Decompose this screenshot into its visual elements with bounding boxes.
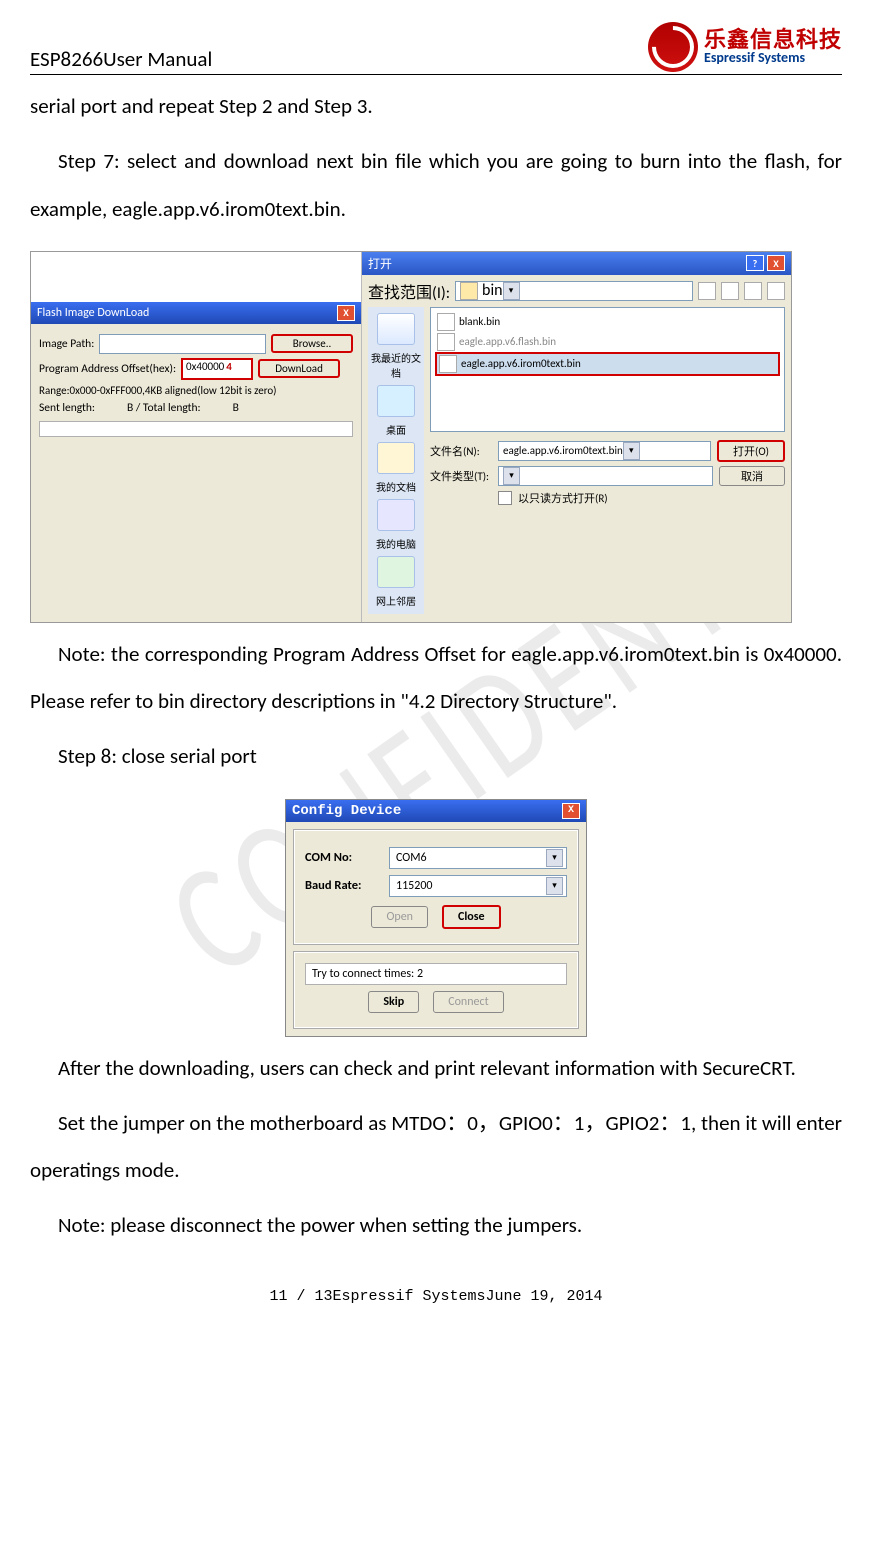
new-folder-icon[interactable]: [744, 282, 762, 300]
file-open-dialog: 打开 ? X 查找范围(I): bin ▾: [361, 252, 791, 622]
readonly-checkbox[interactable]: [498, 491, 512, 505]
connect-status: Try to connect times: 2: [305, 963, 567, 985]
paragraph-power-note: Note: please disconnect the power when s…: [30, 1202, 842, 1249]
logo-text-cn: 乐鑫信息科技: [704, 28, 842, 51]
program-address-input[interactable]: 0x400004: [181, 358, 253, 380]
config-dialog-title: Config Device: [292, 803, 401, 819]
document-title: ESP8266User Manual: [30, 46, 212, 72]
image-path-label: Image Path:: [39, 337, 94, 351]
connect-button[interactable]: Connect: [433, 991, 503, 1013]
sidebar-network-label: 网上邻居: [376, 593, 416, 608]
logo-text-en: Espressif Systems: [704, 51, 842, 66]
sent-length-mid: B / Total length:: [127, 401, 201, 415]
download-button[interactable]: DownLoad: [258, 359, 340, 378]
look-in-label: 查找范围(I):: [368, 279, 450, 303]
desktop-icon[interactable]: [377, 385, 415, 417]
filetype-combo[interactable]: ▾: [498, 466, 713, 486]
look-in-value: bin: [482, 281, 502, 300]
close-icon[interactable]: X: [767, 255, 785, 271]
file-item[interactable]: eagle.app.v6.flash.bin: [435, 332, 780, 352]
page-footer: 11 / 13Espressif SystemsJune 19, 2014: [0, 1250, 872, 1315]
readonly-label: 以只读方式打开(R): [518, 490, 608, 506]
flash-title-text: Flash Image DownLoad: [37, 306, 149, 320]
file-list[interactable]: blank.bin eagle.app.v6.flash.bin eagle.a…: [430, 307, 785, 432]
filename-value: eagle.app.v6.irom0text.bin: [503, 444, 623, 457]
folder-icon: [460, 282, 478, 300]
file-name: blank.bin: [459, 315, 500, 328]
com-no-combo[interactable]: COM6 ▾: [389, 847, 567, 869]
close-port-button[interactable]: Close: [442, 905, 501, 929]
open-port-button[interactable]: Open: [371, 906, 428, 928]
recent-documents-icon[interactable]: [377, 313, 415, 345]
flash-download-window: Flash Image DownLoad X Image Path: Brows…: [31, 252, 361, 622]
filetype-label: 文件类型(T):: [430, 468, 492, 484]
browse-button[interactable]: Browse..: [271, 334, 353, 353]
chevron-down-icon[interactable]: ▾: [546, 849, 563, 867]
places-sidebar: 我最近的文档 桌面 我的文档 我的电脑 网上邻居: [368, 307, 424, 614]
up-icon[interactable]: [721, 282, 739, 300]
baud-rate-label: Baud Rate:: [305, 878, 379, 893]
file-item-selected[interactable]: eagle.app.v6.irom0text.bin: [435, 352, 780, 376]
chevron-down-icon[interactable]: ▾: [546, 877, 563, 895]
paragraph-jumper: Set the jumper on the motherboard as MTD…: [30, 1100, 842, 1195]
file-name: eagle.app.v6.flash.bin: [459, 335, 556, 348]
sidebar-recent-label: 我最近的文档: [368, 350, 424, 380]
filename-label: 文件名(N):: [430, 443, 492, 459]
open-dialog-title: 打开: [368, 255, 392, 272]
program-address-label: Program Address Offset(hex):: [39, 362, 176, 376]
baud-rate-combo[interactable]: 115200 ▾: [389, 875, 567, 897]
sidebar-mypc-label: 我的电脑: [376, 536, 416, 551]
file-icon: [437, 333, 455, 351]
paragraph-continuation: serial port and repeat Step 2 and Step 3…: [30, 83, 842, 130]
filename-input[interactable]: eagle.app.v6.irom0text.bin▾: [498, 441, 711, 461]
view-menu-icon[interactable]: [767, 282, 785, 300]
program-address-annotation: 4: [226, 360, 232, 373]
file-item[interactable]: blank.bin: [435, 312, 780, 332]
back-icon[interactable]: [698, 282, 716, 300]
close-icon[interactable]: X: [562, 803, 580, 819]
config-device-dialog: Config Device X COM No: COM6 ▾ Baud Rate:…: [285, 799, 587, 1037]
progress-bar: [39, 421, 353, 437]
file-icon: [437, 313, 455, 331]
file-name: eagle.app.v6.irom0text.bin: [461, 357, 581, 370]
sent-length-unit: B: [233, 401, 239, 415]
help-icon[interactable]: ?: [746, 255, 764, 271]
file-icon: [439, 355, 457, 373]
sidebar-mydocs-label: 我的文档: [376, 479, 416, 494]
company-logo: 乐鑫信息科技 Espressif Systems: [648, 22, 842, 72]
paragraph-after-download: After the downloading, users can check a…: [30, 1045, 842, 1092]
flash-titlebar: Flash Image DownLoad X: [31, 302, 361, 324]
chevron-down-icon[interactable]: ▾: [503, 467, 520, 485]
my-computer-icon[interactable]: [377, 499, 415, 531]
paragraph-note-offset: Note: the corresponding Program Address …: [30, 631, 842, 726]
skip-button[interactable]: Skip: [368, 991, 419, 1013]
look-in-combo[interactable]: bin ▾: [455, 281, 693, 301]
open-button[interactable]: 打开(O): [717, 440, 785, 462]
my-documents-icon[interactable]: [377, 442, 415, 474]
cancel-button[interactable]: 取消: [719, 466, 785, 486]
program-address-value: 0x40000: [186, 360, 224, 373]
page-header: ESP8266User Manual 乐鑫信息科技 Espressif Syst…: [30, 22, 842, 75]
sent-length-label: Sent length:: [39, 401, 95, 415]
network-places-icon[interactable]: [377, 556, 415, 588]
baud-rate-value: 115200: [396, 879, 433, 893]
espressif-logo-icon: [648, 22, 698, 72]
chevron-down-icon[interactable]: ▾: [503, 282, 520, 300]
com-no-value: COM6: [396, 851, 427, 865]
figure-flash-and-open-dialogs: Flash Image DownLoad X Image Path: Brows…: [30, 251, 792, 623]
com-no-label: COM No:: [305, 850, 379, 865]
paragraph-step8: Step 8: close serial port: [30, 733, 842, 780]
chevron-down-icon[interactable]: ▾: [623, 442, 640, 460]
image-path-input[interactable]: [99, 334, 266, 354]
range-note: Range:0x000-0xFFF000,4KB aligned(low 12b…: [39, 384, 353, 397]
close-icon[interactable]: X: [337, 305, 355, 321]
paragraph-step7: Step 7: select and download next bin fil…: [30, 138, 842, 233]
sidebar-desktop-label: 桌面: [386, 422, 406, 437]
